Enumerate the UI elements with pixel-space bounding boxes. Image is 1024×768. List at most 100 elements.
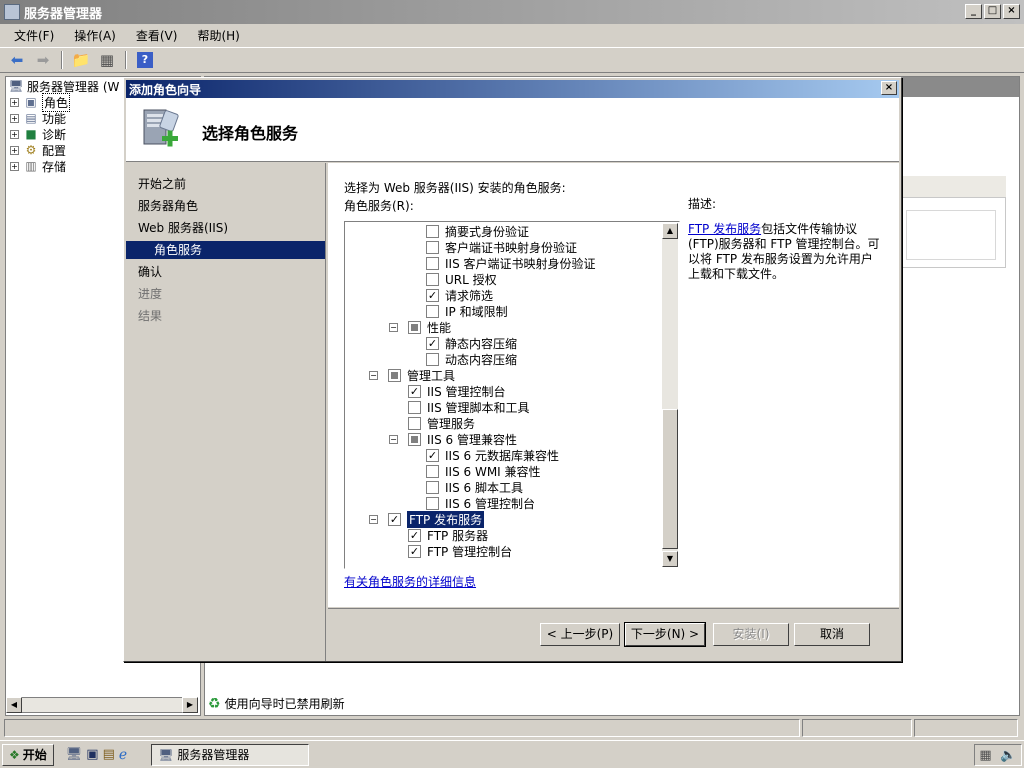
nav-item-web-server-iis[interactable]: Web 服务器(IIS) (138, 219, 228, 237)
role-service-row[interactable]: − ✓ FTP 发布服务 (369, 510, 485, 528)
maximize-button[interactable]: □ (984, 4, 1001, 19)
forward-arrow-icon[interactable]: ➡ (32, 50, 54, 70)
add-roles-wizard: 添加角色向导 × 选择角色服务 开始之前 服务器角色 Web 服务器(IIS) … (123, 77, 902, 662)
dialog-close-button[interactable]: × (881, 81, 897, 95)
expand-icon[interactable]: + (10, 97, 19, 107)
role-service-checkbox[interactable] (426, 352, 439, 366)
role-service-checkbox[interactable]: ✓ (408, 544, 421, 558)
expand-icon[interactable]: + (10, 145, 19, 155)
role-service-row[interactable]: ✓ FTP 管理控制台 (408, 543, 512, 559)
role-service-row[interactable]: ✓ 请求筛选 (426, 287, 493, 303)
role-service-row[interactable]: − IIS 6 管理兼容性 (389, 431, 517, 447)
collapse-icon[interactable]: − (369, 370, 378, 380)
more-info-link[interactable]: 有关角色服务的详细信息 (344, 573, 476, 590)
next-button[interactable]: 下一步(N) > (624, 622, 706, 647)
nav-item-before-you-begin[interactable]: 开始之前 (138, 175, 186, 193)
start-button[interactable]: ❖ 开始 (2, 743, 54, 766)
list-vertical-scrollbar[interactable]: ▲ ▼ (662, 223, 678, 567)
expand-icon[interactable]: + (10, 129, 19, 139)
role-service-checkbox[interactable] (426, 224, 439, 238)
role-service-row[interactable]: 客户端证书映射身份验证 (426, 239, 577, 255)
taskbar-item-server-manager[interactable]: 🖥 服务器管理器 (151, 743, 310, 766)
menu-help[interactable]: 帮助(H) (189, 25, 247, 46)
scroll-left-icon[interactable]: ◀ (6, 697, 22, 713)
role-service-row[interactable]: − 管理工具 (369, 367, 455, 383)
role-service-row[interactable]: IIS 客户端证书映射身份验证 (426, 255, 596, 271)
role-service-checkbox[interactable] (388, 368, 401, 382)
role-service-checkbox[interactable] (426, 464, 439, 478)
role-service-checkbox[interactable] (426, 256, 439, 270)
back-button[interactable]: < 上一步(P) (540, 623, 620, 646)
scroll-down-icon[interactable]: ▼ (662, 551, 678, 567)
role-service-row[interactable]: IIS 管理脚本和工具 (408, 399, 530, 415)
collapse-icon[interactable]: − (389, 322, 398, 332)
nav-item-confirmation[interactable]: 确认 (138, 263, 162, 281)
role-service-row[interactable]: 动态内容压缩 (426, 351, 517, 367)
menu-action[interactable]: 操作(A) (66, 25, 124, 46)
nav-item-server-roles[interactable]: 服务器角色 (138, 197, 198, 215)
role-service-row[interactable]: 摘要式身份验证 (426, 223, 529, 239)
quicklaunch-powershell-icon[interactable]: ▣ (86, 747, 98, 762)
up-folder-icon[interactable]: 📁 (70, 50, 92, 70)
back-arrow-icon[interactable]: ⬅ (6, 50, 28, 70)
role-service-checkbox[interactable] (408, 416, 421, 430)
role-service-checkbox[interactable]: ✓ (426, 288, 439, 302)
role-service-row[interactable]: ✓ IIS 6 元数据库兼容性 (426, 447, 559, 463)
cancel-button[interactable]: 取消 (794, 623, 870, 646)
collapse-icon[interactable]: − (389, 434, 398, 444)
tree-item-configuration[interactable]: + ⚙ 配置 (10, 142, 66, 158)
role-service-checkbox[interactable] (426, 272, 439, 286)
role-service-checkbox[interactable] (408, 400, 421, 414)
role-service-checkbox[interactable]: ✓ (426, 448, 439, 462)
role-service-checkbox[interactable]: ✓ (408, 528, 421, 542)
scroll-up-icon[interactable]: ▲ (662, 223, 678, 239)
role-service-label: URL 授权 (445, 272, 497, 287)
quicklaunch-server-manager-icon[interactable]: 🖥 (66, 747, 83, 762)
role-service-checkbox[interactable]: ✓ (408, 384, 421, 398)
tree-item-diagnostics[interactable]: + ■ 诊断 (10, 126, 66, 142)
scroll-right-icon[interactable]: ▶ (182, 697, 198, 713)
tree-horizontal-scrollbar[interactable]: ◀ ▶ (6, 697, 198, 713)
minimize-button[interactable]: _ (965, 4, 982, 19)
role-service-checkbox[interactable] (426, 304, 439, 318)
role-service-row[interactable]: IP 和域限制 (426, 303, 508, 319)
menu-view[interactable]: 查看(V) (128, 25, 186, 46)
role-service-row[interactable]: ✓ 静态内容压缩 (426, 335, 517, 351)
role-service-checkbox[interactable] (426, 240, 439, 254)
help-icon[interactable]: ? (134, 50, 156, 70)
collapse-icon[interactable]: − (369, 514, 378, 524)
role-service-checkbox[interactable] (426, 480, 439, 494)
tree-item-roles[interactable]: + ▣ 角色 (10, 92, 71, 112)
role-service-row[interactable]: URL 授权 (426, 271, 497, 287)
role-service-row[interactable]: ✓ FTP 服务器 (408, 527, 488, 543)
close-button[interactable]: × (1003, 4, 1020, 19)
menu-file[interactable]: 文件(F) (6, 25, 62, 46)
role-service-row[interactable]: − 性能 (389, 319, 451, 335)
role-service-checkbox[interactable]: ✓ (388, 512, 401, 526)
role-services-list[interactable]: 摘要式身份验证 客户端证书映射身份验证 IIS 客户端证书映射身份验证 URL 授权 ✓… (344, 221, 680, 569)
quicklaunch-explorer-icon[interactable]: ▤ (103, 747, 115, 762)
show-hide-tree-icon[interactable]: ▦ (96, 50, 118, 70)
role-service-row[interactable]: 管理服务 (408, 415, 475, 431)
background-panel-box (906, 210, 996, 260)
expand-icon[interactable]: + (10, 113, 19, 123)
role-service-checkbox[interactable] (426, 496, 439, 510)
role-service-checkbox[interactable]: ✓ (426, 336, 439, 350)
tree-item-features[interactable]: + ▤ 功能 (10, 110, 66, 126)
expand-icon[interactable]: + (10, 161, 19, 171)
role-service-label: FTP 管理控制台 (427, 544, 513, 559)
nav-item-role-services[interactable]: 角色服务 (126, 241, 325, 259)
role-service-row[interactable]: IIS 6 WMI 兼容性 (426, 463, 541, 479)
quicklaunch-ie-icon[interactable]: ℯ (119, 747, 127, 763)
role-service-checkbox[interactable] (408, 432, 421, 446)
volume-icon[interactable]: 🔈 (1000, 748, 1016, 763)
scrollbar-thumb[interactable] (662, 409, 678, 549)
role-service-row[interactable]: ✓ IIS 管理控制台 (408, 383, 506, 399)
tree-item-storage[interactable]: + ▥ 存储 (10, 158, 66, 174)
role-service-row[interactable]: IIS 6 脚本工具 (426, 479, 523, 495)
dialog-title: 添加角色向导 (129, 82, 202, 97)
role-service-row[interactable]: IIS 6 管理控制台 (426, 495, 535, 511)
role-service-checkbox[interactable] (408, 320, 421, 334)
network-icon[interactable]: ▦ (979, 748, 991, 763)
description-link[interactable]: FTP 发布服务 (688, 222, 761, 236)
